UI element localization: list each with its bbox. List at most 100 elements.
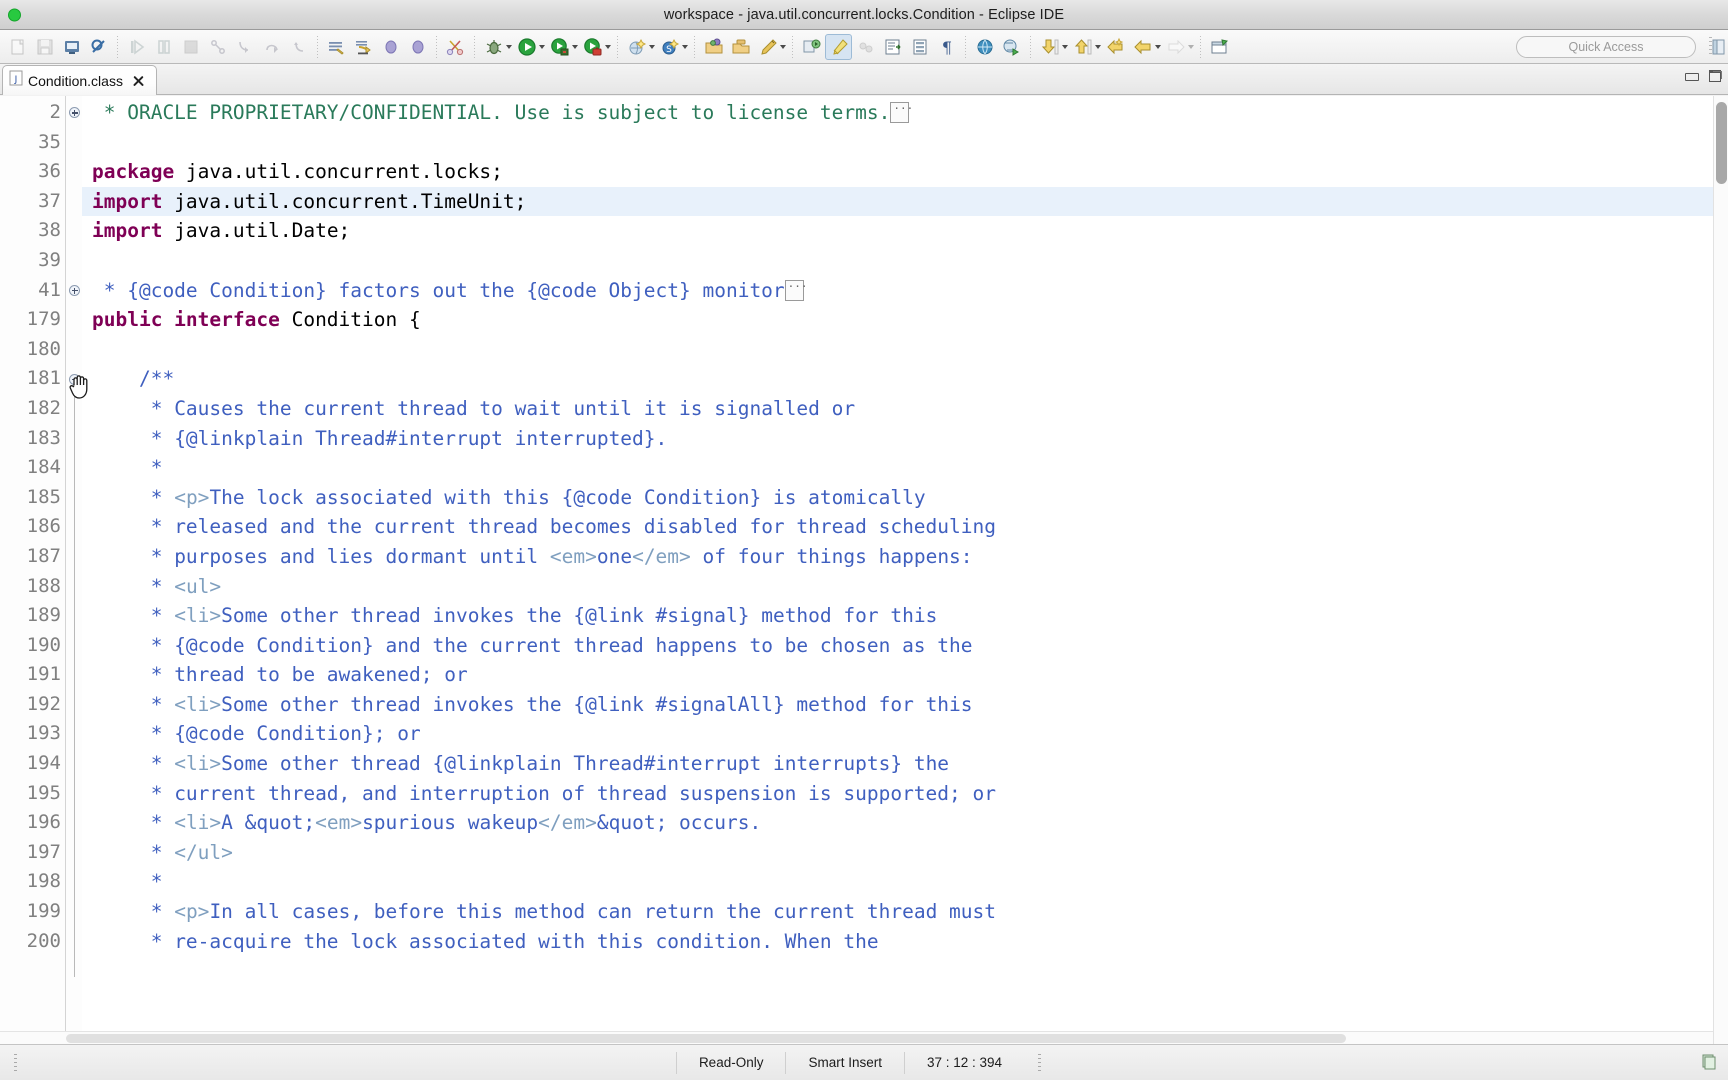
line-number: 200: [26, 929, 61, 952]
new-window-icon[interactable]: [1206, 34, 1233, 60]
forward-icon[interactable]: [1162, 34, 1189, 60]
step-over-icon[interactable]: [258, 34, 285, 60]
horizontal-scrollbar-thumb[interactable]: [66, 1034, 1346, 1043]
code-line[interactable]: * re-acquire the lock associated with th…: [82, 927, 1713, 957]
back-history-icon[interactable]: [1129, 34, 1156, 60]
save-icon[interactable]: [31, 34, 58, 60]
code-line[interactable]: * <li>Some other thread invokes the {@li…: [82, 690, 1713, 720]
editor-horizontal-scrollbar[interactable]: [0, 1031, 1713, 1044]
toolbar-group-file: [4, 30, 112, 63]
vertical-scrollbar-thumb[interactable]: [1716, 102, 1727, 184]
minimize-icon[interactable]: [1685, 72, 1699, 81]
search-icon[interactable]: [798, 34, 825, 60]
toggle-block-selection-icon[interactable]: [879, 34, 906, 60]
close-icon[interactable]: [131, 73, 146, 88]
previous-annotation-icon[interactable]: [404, 34, 431, 60]
toolbar-group-search: ¶: [798, 30, 960, 63]
step-into-icon[interactable]: [231, 34, 258, 60]
pencil-icon[interactable]: [754, 34, 781, 60]
run-icon[interactable]: [513, 34, 540, 60]
perspective-switcher-icon[interactable]: [1710, 37, 1728, 62]
status-insert-mode[interactable]: Smart Insert: [785, 1051, 904, 1074]
new-java-project-icon[interactable]: [623, 34, 650, 60]
maximize-icon[interactable]: [1709, 70, 1722, 82]
code-line[interactable]: import java.util.Date;: [82, 216, 1713, 246]
code-line[interactable]: [82, 335, 1713, 365]
code-line[interactable]: * {@linkplain Thread#interrupt interrupt…: [82, 424, 1713, 454]
marker-icon[interactable]: [825, 33, 852, 60]
workspace-indicator-icon[interactable]: [1700, 1052, 1718, 1073]
code-token: * current thread, and interruption of th…: [138, 781, 996, 805]
code-line[interactable]: * ORACLE PROPRIETARY/CONFIDENTIAL. Use i…: [82, 96, 1713, 128]
browser-icon[interactable]: [971, 34, 998, 60]
open-task-icon[interactable]: [727, 34, 754, 60]
code-folding-column[interactable]: [66, 96, 82, 1044]
new-scala-icon[interactable]: S: [656, 34, 683, 60]
toolbar-group-window: [1206, 30, 1233, 63]
fold-expand-icon[interactable]: [66, 98, 82, 128]
search-browser-icon[interactable]: [998, 34, 1025, 60]
code-line[interactable]: *: [82, 453, 1713, 483]
tab-condition-class[interactable]: J Condition.class: [2, 65, 157, 95]
code-line[interactable]: * current thread, and interruption of th…: [82, 779, 1713, 809]
code-line[interactable]: * {@code Condition}; or: [82, 719, 1713, 749]
toolbar-group-web: [971, 30, 1025, 63]
show-whitespace-icon[interactable]: [906, 34, 933, 60]
suspend-icon[interactable]: [150, 34, 177, 60]
folded-region-box[interactable]: [784, 272, 808, 302]
code-line[interactable]: * {@code Condition} factors out the {@co…: [82, 272, 1713, 306]
cut-icon[interactable]: [442, 34, 469, 60]
code-line[interactable]: * released and the current thread become…: [82, 512, 1713, 542]
code-line[interactable]: * purposes and lies dormant until <em>on…: [82, 542, 1713, 572]
step-return-icon[interactable]: [285, 34, 312, 60]
coverage-icon[interactable]: [579, 34, 606, 60]
editor-vertical-scrollbar[interactable]: [1713, 96, 1728, 1044]
svg-text:J: J: [14, 75, 18, 85]
code-line[interactable]: import java.util.concurrent.TimeUnit;: [82, 186, 1713, 217]
code-line[interactable]: [82, 128, 1713, 158]
back-icon[interactable]: [1102, 34, 1129, 60]
line-number-gutter: 2 35 36 37 38 39 41 179 180 181 182 183 184 185 186 187…: [0, 96, 66, 1044]
next-annotation-icon[interactable]: [377, 34, 404, 60]
quick-access-input[interactable]: Quick Access: [1516, 35, 1696, 58]
fold-expand-icon[interactable]: [66, 276, 82, 306]
code-line[interactable]: [82, 246, 1713, 276]
resume-icon[interactable]: [123, 34, 150, 60]
build-icon[interactable]: [323, 34, 350, 60]
disconnect-icon[interactable]: [204, 34, 231, 60]
run-external-tools-icon[interactable]: [546, 34, 573, 60]
code-line[interactable]: * <li>A &quot;<em>spurious wakeup</em>&q…: [82, 808, 1713, 838]
previous-edit-icon[interactable]: [1069, 34, 1096, 60]
code-line[interactable]: *: [82, 867, 1713, 897]
folded-region-box[interactable]: [890, 96, 913, 124]
code-line[interactable]: * <p>The lock associated with this {@cod…: [82, 483, 1713, 513]
skip-breakpoints-icon[interactable]: [350, 34, 377, 60]
open-type-icon[interactable]: [700, 34, 727, 60]
debug-icon[interactable]: [480, 34, 507, 60]
code-line[interactable]: /**: [82, 364, 1713, 394]
code-token: * {@code Condition} factors out the {@co…: [92, 278, 785, 302]
line-number: 194: [26, 752, 61, 775]
save-all-icon[interactable]: [58, 34, 85, 60]
code-text-area[interactable]: * ORACLE PROPRIETARY/CONFIDENTIAL. Use i…: [82, 96, 1713, 1044]
print-icon[interactable]: [85, 34, 112, 60]
code-line[interactable]: * <p>In all cases, before this method ca…: [82, 897, 1713, 927]
code-line[interactable]: package java.util.concurrent.locks;: [82, 157, 1713, 187]
code-editor[interactable]: 2 35 36 37 38 39 41 179 180 181 182 183 184 185 186 187…: [0, 96, 1728, 1044]
link-icon[interactable]: [852, 34, 879, 60]
terminate-icon[interactable]: [177, 34, 204, 60]
code-line[interactable]: * <li>Some other thread {@linkplain Thre…: [82, 749, 1713, 779]
code-line[interactable]: * {@code Condition} and the current thre…: [82, 631, 1713, 661]
code-line[interactable]: * <ul>: [82, 572, 1713, 602]
pilcrow-icon[interactable]: ¶: [933, 34, 960, 60]
code-line[interactable]: * </ul>: [82, 838, 1713, 868]
code-line[interactable]: * Causes the current thread to wait unti…: [82, 394, 1713, 424]
code-line[interactable]: * <li>Some other thread invokes the {@li…: [82, 601, 1713, 631]
code-token: *: [138, 870, 163, 894]
window-status-dot[interactable]: [8, 8, 21, 21]
code-token: *: [138, 811, 175, 835]
code-line[interactable]: * thread to be awakened; or: [82, 660, 1713, 690]
code-line[interactable]: public interface Condition {: [82, 305, 1713, 335]
next-edit-icon[interactable]: [1036, 34, 1063, 60]
new-icon[interactable]: [4, 34, 31, 60]
